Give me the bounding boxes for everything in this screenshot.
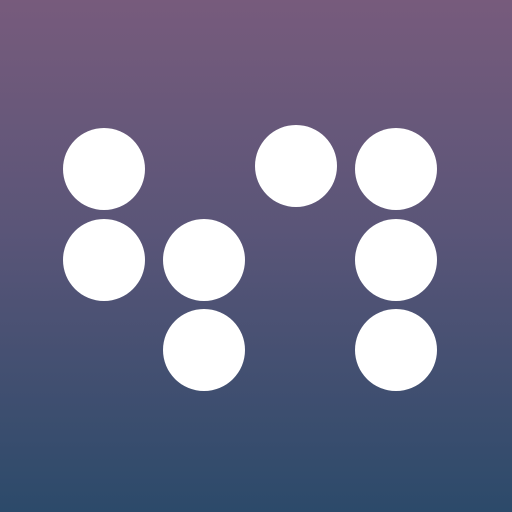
dot-icon	[163, 219, 245, 301]
dot-icon	[355, 128, 437, 210]
dot-icon	[63, 219, 145, 301]
dot-icon	[355, 309, 437, 391]
dot-icon	[355, 219, 437, 301]
app-icon-tile	[0, 0, 512, 512]
dot-icon	[63, 128, 145, 210]
dot-icon	[255, 125, 337, 207]
dot-icon	[163, 309, 245, 391]
